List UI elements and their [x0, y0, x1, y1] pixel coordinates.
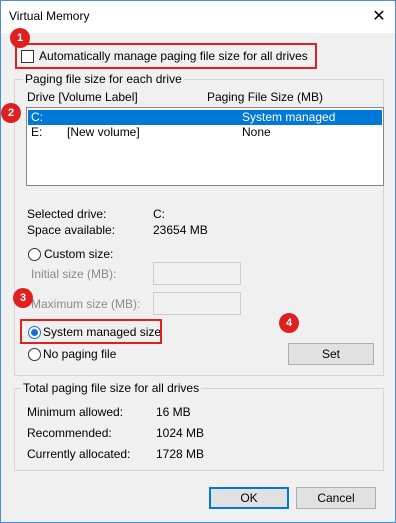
drive-letter: C: — [31, 110, 43, 124]
annotation-marker-3: 3 — [13, 288, 33, 308]
drive-row-c[interactable]: C: System managed — [28, 110, 382, 125]
drive-volume-label: [New volume] — [67, 125, 140, 139]
custom-size-radio[interactable] — [28, 248, 41, 261]
cancel-button[interactable]: Cancel — [296, 487, 376, 509]
selected-drive-value: C: — [153, 207, 165, 221]
recommended-value: 1024 MB — [156, 426, 205, 440]
drive-list[interactable]: C: System managed E: [New volume] None — [26, 107, 384, 186]
drive-row-e[interactable]: E: [New volume] None — [28, 125, 382, 140]
virtual-memory-dialog: Virtual Memory ✕ Automatically manage pa… — [0, 0, 396, 523]
window-title: Virtual Memory — [9, 9, 90, 23]
currently-allocated-label: Currently allocated: — [27, 447, 131, 461]
initial-size-label: Initial size (MB): — [31, 267, 117, 281]
initial-size-input[interactable] — [153, 262, 241, 285]
totals-group-legend: Total paging file size for all drives — [21, 381, 202, 395]
annotation-highlight-system-managed — [20, 319, 162, 344]
minimum-allowed-label: Minimum allowed: — [27, 405, 124, 419]
ok-button[interactable]: OK — [209, 487, 289, 509]
drive-paging-size: None — [242, 125, 271, 139]
selected-drive-label: Selected drive: — [27, 207, 107, 221]
title-bar: Virtual Memory ✕ — [1, 1, 395, 33]
minimum-allowed-value: 16 MB — [156, 405, 191, 419]
recommended-label: Recommended: — [27, 426, 112, 440]
column-header-drive: Drive [Volume Label] — [27, 90, 138, 104]
custom-size-label[interactable]: Custom size: — [44, 247, 113, 261]
no-paging-label[interactable]: No paging file — [43, 347, 116, 361]
no-paging-radio[interactable] — [28, 348, 41, 361]
drive-paging-size: System managed — [242, 110, 336, 124]
maximum-size-label: Maximum size (MB): — [31, 297, 141, 311]
maximum-size-input[interactable] — [153, 292, 241, 315]
space-available-label: Space available: — [27, 223, 116, 237]
annotation-marker-4: 4 — [279, 313, 299, 333]
column-header-size: Paging File Size (MB) — [207, 90, 324, 104]
paging-group-legend: Paging file size for each drive — [23, 72, 184, 86]
annotation-highlight-auto-manage — [15, 43, 317, 69]
drive-letter: E: — [31, 125, 43, 139]
space-available-value: 23654 MB — [153, 223, 208, 237]
annotation-marker-1: 1 — [10, 28, 30, 48]
currently-allocated-value: 1728 MB — [156, 447, 205, 461]
annotation-marker-2: 2 — [1, 103, 21, 123]
close-icon[interactable]: ✕ — [363, 1, 395, 31]
set-button[interactable]: Set — [288, 343, 374, 365]
